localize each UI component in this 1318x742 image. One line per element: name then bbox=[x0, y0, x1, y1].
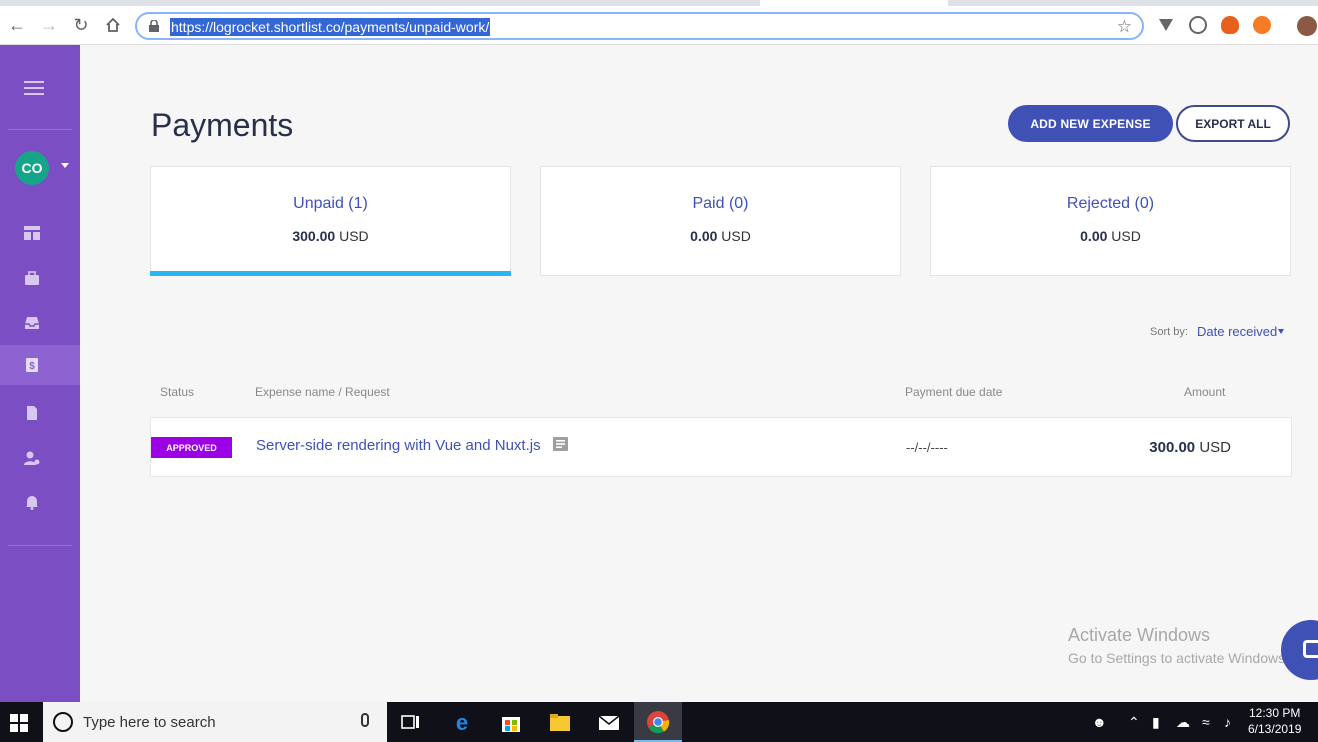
payments-icon: $ bbox=[26, 358, 38, 372]
chevron-down-icon[interactable] bbox=[1278, 329, 1284, 334]
battery-icon[interactable]: ▮ bbox=[1152, 714, 1160, 731]
user-settings-icon bbox=[24, 451, 40, 465]
svg-text:$: $ bbox=[29, 361, 35, 372]
onedrive-icon[interactable]: ☁ bbox=[1176, 714, 1190, 731]
sidebar-divider bbox=[8, 129, 72, 130]
chevron-up-icon[interactable]: ⌃ bbox=[1128, 714, 1140, 731]
volume-icon[interactable]: ♪ bbox=[1224, 714, 1231, 730]
status-badge: APPROVED bbox=[151, 437, 232, 458]
browser-toolbar: ← → ↻ https://logrocket.shortlist.co/pay… bbox=[0, 0, 1318, 45]
sidebar-item-dashboard[interactable] bbox=[0, 213, 80, 253]
chat-icon bbox=[1303, 640, 1318, 658]
card-amount: 0.00 USD bbox=[1080, 228, 1141, 244]
windows-taskbar: Type here to search e ☻ ⌃ ▮ ☁ ≈ ♪ 12:30 … bbox=[0, 702, 1318, 742]
summary-card-paid[interactable]: Paid (0) 0.00 USD bbox=[540, 166, 901, 276]
bell-icon bbox=[26, 496, 38, 510]
task-view-icon[interactable] bbox=[399, 710, 423, 734]
summary-card-rejected[interactable]: Rejected (0) 0.00 USD bbox=[930, 166, 1291, 276]
extension-code-icon[interactable] bbox=[1189, 16, 1207, 34]
chevron-down-icon[interactable] bbox=[61, 163, 69, 168]
forward-icon[interactable]: → bbox=[38, 14, 60, 36]
svg-text:e: e bbox=[456, 710, 468, 734]
payment-due-date: --/--/---- bbox=[906, 440, 948, 455]
store-icon[interactable] bbox=[499, 710, 523, 734]
url-text[interactable]: https://logrocket.shortlist.co/payments/… bbox=[170, 18, 491, 36]
chrome-icon bbox=[647, 711, 670, 734]
home-icon[interactable] bbox=[102, 14, 124, 36]
avatar[interactable]: CO bbox=[15, 151, 49, 185]
lock-icon bbox=[149, 20, 159, 32]
summary-card-unpaid[interactable]: Unpaid (1) 300.00 USD bbox=[150, 166, 511, 276]
card-amount: 300.00 USD bbox=[292, 228, 369, 244]
export-all-button[interactable]: EXPORT ALL bbox=[1176, 105, 1290, 142]
inbox-icon bbox=[25, 317, 39, 329]
menu-icon[interactable] bbox=[24, 81, 44, 95]
microphone-icon[interactable] bbox=[361, 713, 369, 727]
card-amount: 0.00 USD bbox=[690, 228, 751, 244]
tab-strip bbox=[0, 0, 1318, 6]
extension-v-icon[interactable] bbox=[1157, 16, 1175, 34]
column-header-amount: Amount bbox=[1184, 385, 1226, 399]
sidebar: CO $ bbox=[0, 45, 80, 702]
briefcase-icon bbox=[25, 271, 39, 285]
wifi-icon[interactable]: ≈ bbox=[1202, 714, 1210, 730]
sidebar-item-notifications[interactable] bbox=[0, 482, 80, 522]
expense-name-link[interactable]: Server-side rendering with Vue and Nuxt.… bbox=[256, 437, 541, 454]
row-amount: 300.00 USD bbox=[1149, 439, 1231, 456]
extension-fire-icon[interactable] bbox=[1221, 16, 1239, 34]
cortana-icon bbox=[53, 712, 73, 732]
card-title: Paid (0) bbox=[692, 195, 749, 212]
column-header-status: Status bbox=[160, 385, 195, 399]
sidebar-item-users[interactable] bbox=[0, 438, 80, 478]
sort-dropdown[interactable]: Date received bbox=[1197, 324, 1277, 339]
add-new-expense-button[interactable]: ADD NEW EXPENSE bbox=[1008, 105, 1173, 142]
mail-icon[interactable] bbox=[597, 710, 621, 734]
people-icon[interactable]: ☻ bbox=[1092, 714, 1107, 730]
document-icon bbox=[27, 406, 37, 420]
sidebar-item-documents[interactable] bbox=[0, 393, 80, 433]
taskbar-search[interactable]: Type here to search bbox=[43, 702, 387, 742]
note-icon[interactable] bbox=[553, 437, 568, 451]
sidebar-divider bbox=[8, 545, 72, 546]
sidebar-item-projects[interactable] bbox=[0, 258, 80, 298]
bookmark-star-icon[interactable]: ☆ bbox=[1117, 17, 1132, 37]
reload-icon[interactable]: ↻ bbox=[70, 14, 92, 36]
sort-label: Sort by: bbox=[1150, 326, 1188, 338]
sidebar-item-payments[interactable]: $ bbox=[0, 345, 80, 385]
search-placeholder: Type here to search bbox=[83, 714, 216, 731]
active-card-indicator bbox=[150, 271, 511, 276]
dashboard-icon bbox=[24, 226, 40, 240]
extension-orange-icon[interactable] bbox=[1253, 16, 1271, 34]
activate-windows-watermark: Activate Windows Go to Settings to activ… bbox=[1068, 625, 1289, 666]
column-header-due-date: Payment due date bbox=[905, 385, 1003, 399]
card-title: Rejected (0) bbox=[1066, 195, 1155, 212]
card-title: Unpaid (1) bbox=[293, 195, 368, 212]
table-row[interactable]: APPROVED Server-side rendering with Vue … bbox=[150, 417, 1292, 477]
sidebar-item-inbox[interactable] bbox=[0, 303, 80, 343]
chrome-taskbar-button[interactable] bbox=[634, 702, 682, 742]
system-clock[interactable]: 12:30 PM 6/13/2019 bbox=[1248, 705, 1301, 737]
back-icon[interactable]: ← bbox=[6, 14, 28, 36]
address-bar[interactable]: https://logrocket.shortlist.co/payments/… bbox=[135, 12, 1144, 40]
active-tab[interactable] bbox=[760, 0, 948, 6]
page-title: Payments bbox=[151, 107, 294, 143]
edge-browser-icon[interactable]: e bbox=[450, 710, 474, 734]
column-header-name: Expense name / Request bbox=[255, 385, 390, 399]
profile-avatar[interactable] bbox=[1297, 16, 1317, 36]
main-content: Payments ADD NEW EXPENSE EXPORT ALL Unpa… bbox=[80, 45, 1318, 702]
file-explorer-icon[interactable] bbox=[548, 710, 572, 734]
windows-start-icon[interactable] bbox=[10, 714, 28, 732]
